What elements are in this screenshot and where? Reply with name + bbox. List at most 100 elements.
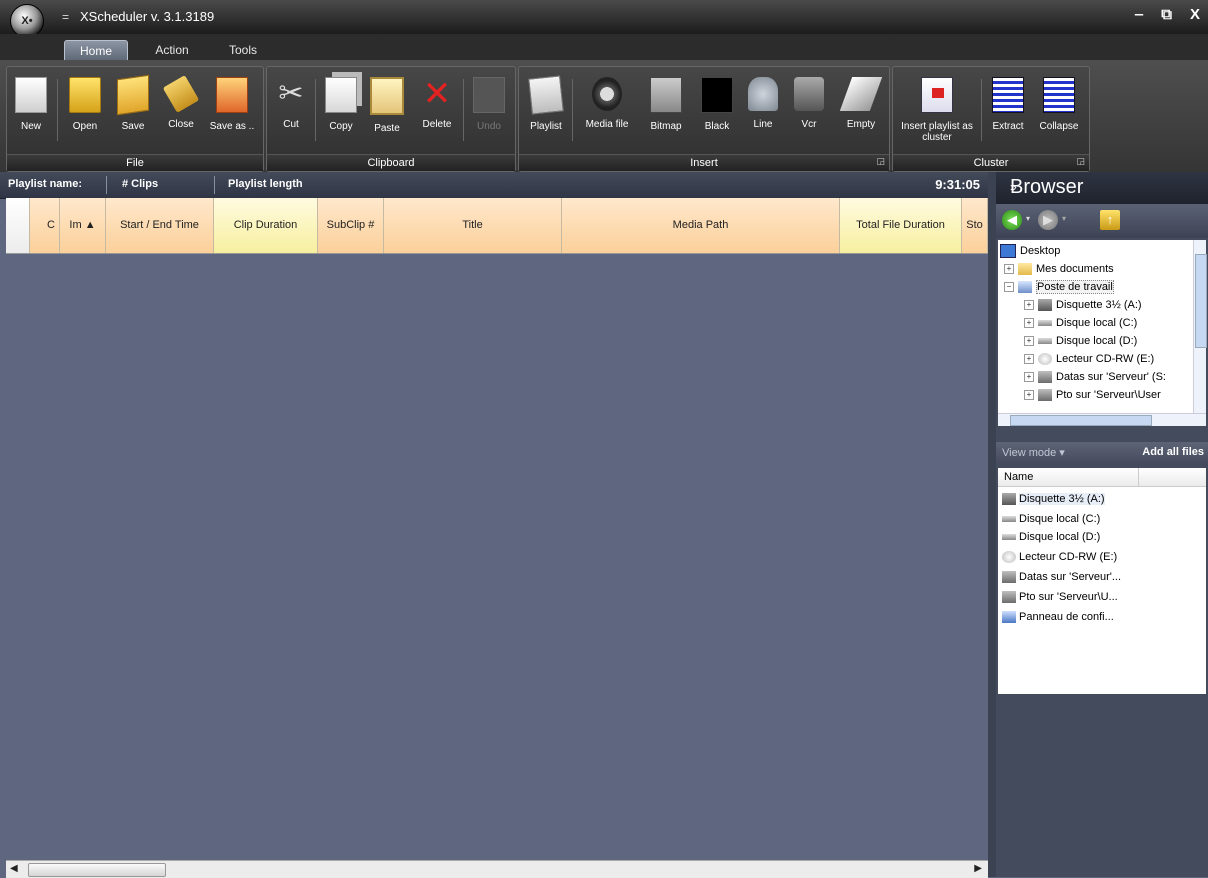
panel-splitter[interactable] [988,172,996,877]
app-logo-text: X• [21,15,33,27]
forward-arrow-icon[interactable]: ▶ [1038,210,1058,230]
playlist-button[interactable]: Playlist [523,73,569,143]
tree-node-label: Datas sur 'Serveur' (S: [1056,371,1166,383]
close-button[interactable]: Close [157,73,205,143]
network-drive-icon [1038,371,1052,383]
expand-icon[interactable]: + [1024,300,1034,310]
list-item[interactable]: Lecteur CD-RW (E:) [1002,548,1117,566]
collapse-icon[interactable]: − [1004,282,1014,292]
tree-node-label: Disquette 3½ (A:) [1056,299,1142,311]
copy-button[interactable]: Copy [319,73,363,143]
column-start-end-time[interactable]: Start / End Time [106,198,214,253]
tree-node[interactable]: Desktop [1000,242,1060,260]
dialog-launcher-icon[interactable]: ◲ [876,153,885,169]
tree-node[interactable]: + Lecteur CD-RW (E:) [1024,350,1154,368]
list-item[interactable]: Panneau de confi... [1002,608,1114,626]
playlist-grid[interactable] [6,254,988,860]
forward-dropdown-icon[interactable]: ▾ [1062,214,1066,223]
list-item[interactable]: Datas sur 'Serveur'... [1002,568,1121,586]
restore-button[interactable]: ⧉ [1161,6,1172,23]
tree-node[interactable]: + Disquette 3½ (A:) [1024,296,1142,314]
list-item[interactable]: Pto sur 'Serveur\U... [1002,588,1118,606]
file-list-header[interactable]: Name [998,468,1206,487]
back-arrow-icon[interactable]: ◀ [1002,210,1022,230]
insert-playlist-cluster-button[interactable]: Insert playlist as cluster [897,73,977,143]
sort-ascending-icon: ▲ [84,219,96,231]
new-document-icon [15,77,47,113]
save-label: Save [121,121,145,132]
tree-node[interactable]: + Datas sur 'Serveur' (S: [1024,368,1166,386]
tab-home[interactable]: Home [64,40,128,61]
line-button[interactable]: Line [743,73,783,143]
save-icon [117,74,149,116]
column-subclip[interactable]: SubClip # [318,198,384,253]
list-item[interactable]: Disque local (C:) [1002,510,1100,528]
media-file-button[interactable]: Media file [575,73,639,143]
empty-button[interactable]: Empty [837,73,885,143]
playlist-icon [528,75,564,115]
expand-icon[interactable]: + [1024,390,1034,400]
app-logo-button[interactable]: X• [10,4,44,38]
tree-node[interactable]: − Poste de travail [1004,278,1114,296]
folder-up-icon[interactable]: ↑ [1100,210,1120,230]
column-selector[interactable] [6,198,30,253]
expand-icon[interactable]: + [1024,354,1034,364]
scrollbar-thumb[interactable] [28,863,166,877]
expand-icon[interactable]: + [1004,264,1014,274]
list-item[interactable]: Disque local (D:) [1002,528,1100,546]
copy-label: Copy [329,121,353,132]
vcr-button[interactable]: Vcr [787,73,831,143]
tree-horizontal-scrollbar[interactable] [998,413,1206,426]
back-dropdown-icon[interactable]: ▾ [1026,214,1030,223]
tab-tools[interactable]: Tools [218,40,268,60]
tree-node[interactable]: + Disque local (D:) [1024,332,1137,350]
column-sto[interactable]: Sto [962,198,988,253]
scroll-right-arrow-icon[interactable]: ▶ [974,863,982,874]
column-total-file-duration[interactable]: Total File Duration [840,198,962,253]
new-label: New [20,121,41,132]
column-media-path[interactable]: Media Path [562,198,840,253]
delete-button[interactable]: ✕ Delete [415,73,459,143]
save-button[interactable]: Save [111,73,155,143]
tree-node[interactable]: + Pto sur 'Serveur\User [1024,386,1161,404]
undo-button[interactable]: Undo [467,73,511,143]
expand-icon[interactable]: + [1024,336,1034,346]
tree-vertical-scrollbar[interactable] [1193,240,1207,414]
panel-collapse-icon[interactable]: » [1010,180,1202,194]
add-all-files-button[interactable]: Add all files [1142,446,1204,458]
playlist-horizontal-scrollbar[interactable]: ◀ ▶ [6,860,988,878]
tree-node-label: Poste de travail [1036,280,1114,294]
column-title[interactable]: Title [384,198,562,253]
close-window-button[interactable]: X [1190,6,1200,23]
scrollbar-thumb[interactable] [1195,254,1207,348]
expand-icon[interactable]: + [1024,372,1034,382]
open-button[interactable]: Open [63,73,107,143]
column-im[interactable]: Im ▲ [60,198,106,253]
tree-node[interactable]: + Mes documents [1004,260,1114,278]
black-button[interactable]: Black [695,73,739,143]
new-button[interactable]: New [11,73,51,143]
tab-action[interactable]: Action [142,40,202,60]
floppy-drive-icon [1002,493,1016,505]
scrollbar-thumb[interactable] [1010,415,1152,426]
quick-access-icon[interactable]: = [62,10,69,24]
bitmap-button[interactable]: Bitmap [641,73,691,143]
view-mode-dropdown[interactable]: View mode ▾ [1002,446,1065,459]
list-item[interactable]: Disquette 3½ (A:) [1002,490,1105,508]
dialog-launcher-icon[interactable]: ◲ [1076,153,1085,169]
save-as-button[interactable]: Save as .. [205,73,259,143]
scroll-left-arrow-icon[interactable]: ◀ [10,863,18,874]
column-c[interactable]: C [30,198,60,253]
extract-button[interactable]: Extract [985,73,1031,143]
minimize-button[interactable]: ‒ [1135,6,1143,23]
tree-node-label: Pto sur 'Serveur\User [1056,389,1161,401]
separator [106,176,107,194]
column-clip-duration[interactable]: Clip Duration [214,198,318,253]
list-item-label: Panneau de confi... [1019,611,1114,623]
collapse-button[interactable]: Collapse [1033,73,1085,143]
cut-button[interactable]: ✂ Cut [271,73,311,143]
expand-icon[interactable]: + [1024,318,1034,328]
paste-button[interactable]: Paste [365,73,409,143]
tree-node[interactable]: + Disque local (C:) [1024,314,1137,332]
column-name[interactable]: Name [1004,471,1033,483]
